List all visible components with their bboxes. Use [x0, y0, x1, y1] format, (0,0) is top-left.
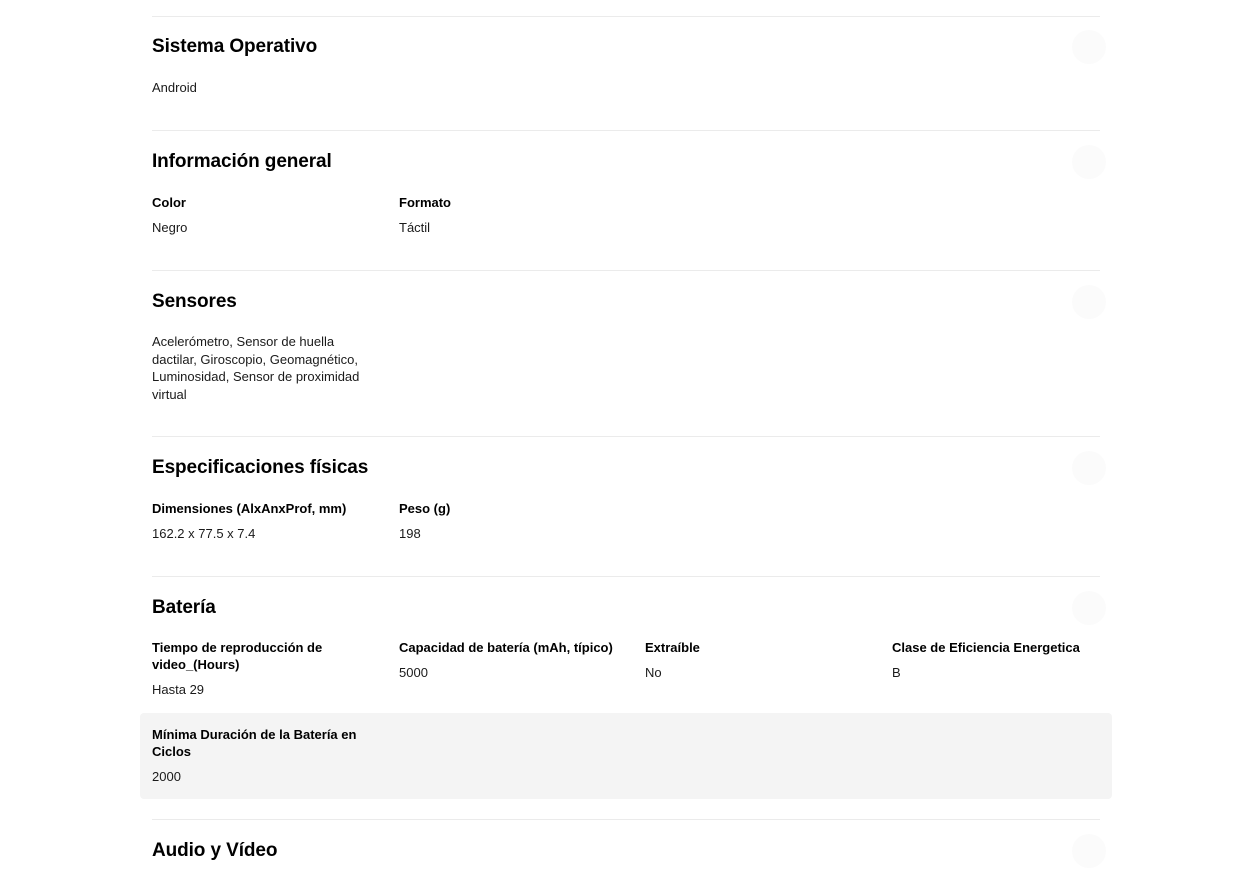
section-toggle-general[interactable]	[1072, 145, 1106, 179]
section-title-audio-video: Audio y Vídeo	[152, 840, 278, 861]
spec-video-playback: Tiempo de reproducción de video_(Hours) …	[152, 639, 332, 699]
spec-label: Peso (g)	[399, 501, 451, 516]
section-toggle-battery[interactable]	[1072, 591, 1106, 625]
section-title-battery: Batería	[152, 597, 216, 618]
section-divider	[152, 436, 1100, 437]
section-toggle-audio-video[interactable]	[1072, 834, 1106, 868]
spec-value: 162.2 x 77.5 x 7.4	[152, 526, 256, 541]
section-toggle-os[interactable]	[1072, 30, 1106, 64]
spec-value: Android	[152, 80, 197, 95]
spec-label: Tiempo de reproducción de video_(Hours)	[152, 640, 323, 672]
section-divider	[152, 819, 1100, 820]
spec-label: Color	[152, 195, 186, 210]
spec-battery-capacity: Capacidad de batería (mAh, típico) 5000	[399, 639, 629, 682]
section-divider	[152, 130, 1100, 131]
spec-weight: Peso (g) 198	[399, 500, 619, 543]
spec-battery-cycles: Mínima Duración de la Batería en Ciclos …	[152, 726, 357, 786]
section-title-os: Sistema Operativo	[152, 36, 318, 57]
spec-format: Formato Táctil	[399, 194, 619, 237]
section-title-physical: Especificaciones físicas	[152, 457, 369, 478]
spec-dimensions: Dimensiones (AlxAnxProf, mm) 162.2 x 77.…	[152, 500, 372, 543]
spec-value: Táctil	[399, 220, 431, 235]
spec-value: Hasta 29	[152, 682, 205, 697]
spec-value: 5000	[399, 665, 428, 680]
section-divider	[152, 576, 1100, 577]
spec-label: Clase de Eficiencia Energetica	[892, 640, 1080, 655]
spec-value: No	[645, 665, 662, 680]
specs-page: Sistema Operativo Android Información ge…	[0, 0, 1250, 879]
spec-label: Extraíble	[645, 640, 700, 655]
section-toggle-physical[interactable]	[1072, 451, 1106, 485]
spec-value: 198	[399, 526, 421, 541]
spec-label: Capacidad de batería (mAh, típico)	[399, 640, 613, 655]
spec-label: Formato	[399, 195, 451, 210]
section-title-general: Información general	[152, 151, 332, 172]
spec-value: Negro	[152, 220, 188, 235]
spec-color: Color Negro	[152, 194, 372, 237]
spec-sensors: Acelerómetro, Sensor de huella dactilar,…	[152, 333, 364, 403]
spec-value: 2000	[152, 769, 181, 784]
spec-os: Android	[152, 79, 372, 97]
spec-value: B	[892, 665, 901, 680]
section-divider	[152, 16, 1100, 17]
section-divider	[152, 270, 1100, 271]
spec-energy-class: Clase de Eficiencia Energetica B	[892, 639, 1112, 682]
spec-label: Mínima Duración de la Batería en Ciclos	[152, 727, 357, 759]
spec-value: Acelerómetro, Sensor de huella dactilar,…	[152, 334, 360, 402]
section-toggle-sensors[interactable]	[1072, 285, 1106, 319]
spec-removable: Extraíble No	[645, 639, 865, 682]
section-title-sensors: Sensores	[152, 291, 237, 312]
spec-label: Dimensiones (AlxAnxProf, mm)	[152, 501, 347, 516]
